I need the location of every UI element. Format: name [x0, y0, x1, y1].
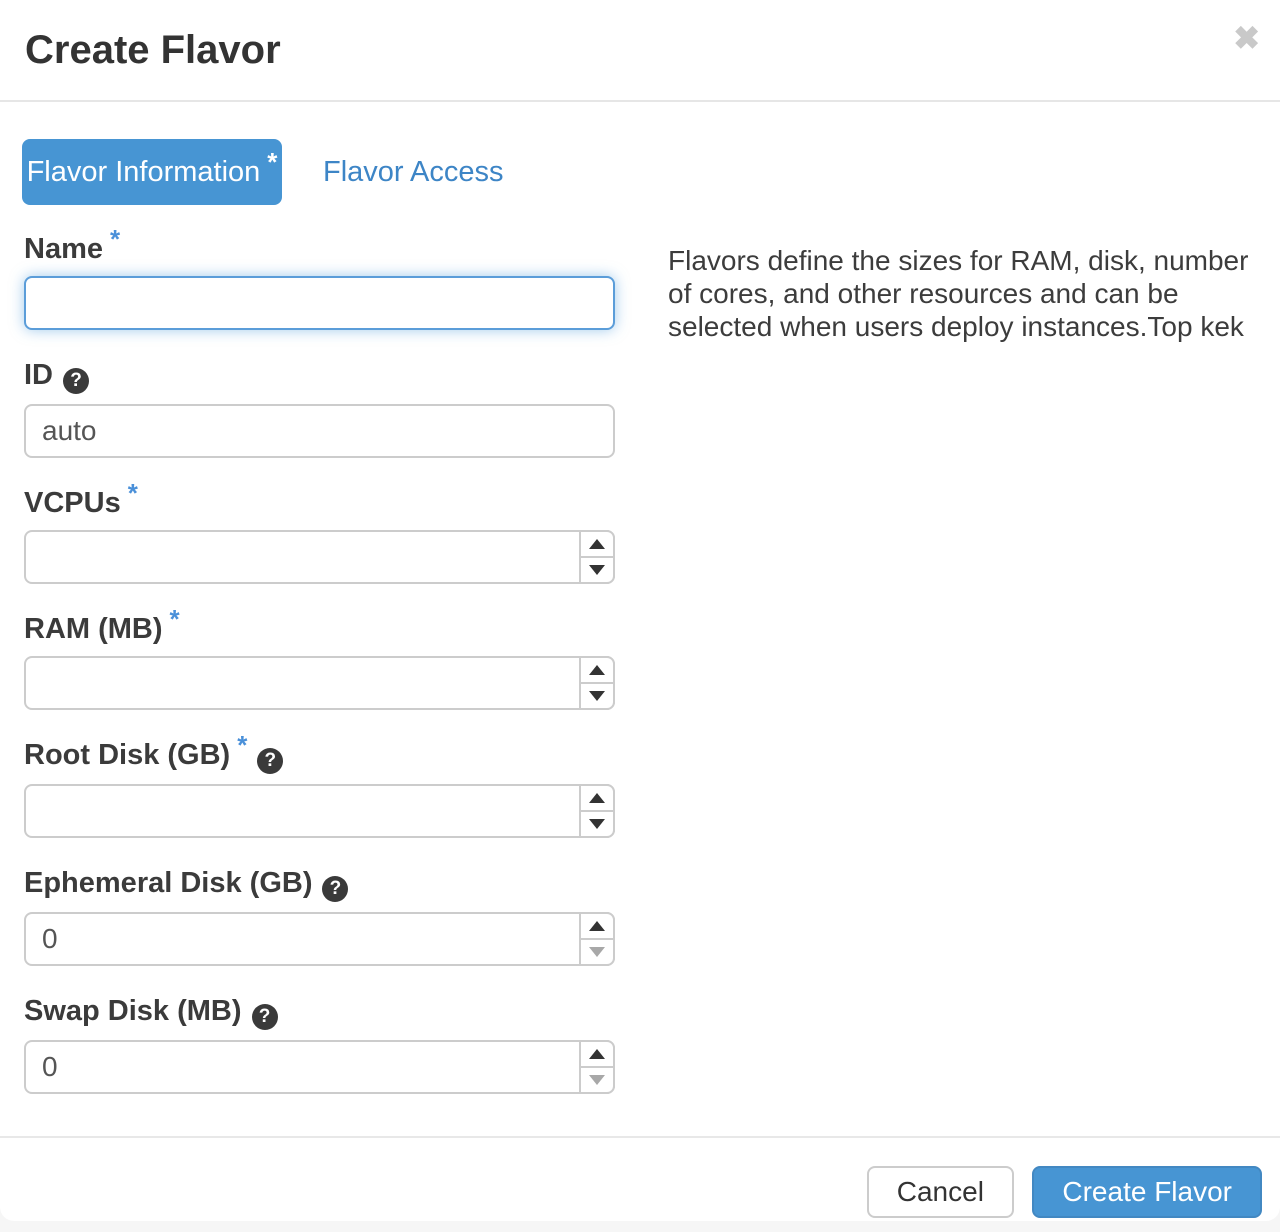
cancel-button[interactable]: Cancel — [867, 1166, 1014, 1218]
tab-label: Flavor Access — [323, 156, 504, 188]
arrow-down-icon — [589, 819, 605, 829]
tab-flavor-information[interactable]: Flavor Information* — [22, 139, 282, 205]
ephemeral-disk-label: Ephemeral Disk (GB)? — [24, 866, 615, 902]
name-input[interactable] — [24, 276, 615, 330]
spinner-down-button[interactable] — [579, 683, 615, 710]
help-icon[interactable]: ? — [252, 1004, 278, 1030]
arrow-down-icon — [589, 947, 605, 957]
help-panel: Flavors define the sizes for RAM, disk, … — [668, 232, 1252, 1122]
required-asterisk: * — [237, 730, 247, 760]
modal-body: Name* ID? VCPUs* — [0, 232, 1280, 1122]
field-id: ID? — [24, 358, 615, 458]
root-disk-spinner — [579, 784, 615, 838]
id-input[interactable] — [24, 404, 615, 458]
spinner-up-button[interactable] — [579, 530, 615, 557]
ram-label: RAM (MB)* — [24, 612, 615, 646]
tab-flavor-access[interactable]: Flavor Access — [313, 156, 514, 189]
ephemeral-disk-spinner — [579, 912, 615, 966]
name-label: Name* — [24, 232, 615, 266]
arrow-down-icon — [589, 565, 605, 575]
spinner-up-button[interactable] — [579, 912, 615, 939]
help-icon[interactable]: ? — [322, 876, 348, 902]
root-disk-input[interactable] — [24, 784, 615, 838]
close-icon[interactable]: ✖ — [1233, 22, 1260, 54]
required-asterisk: * — [128, 478, 138, 508]
tab-label: Flavor Information — [27, 156, 261, 189]
arrow-up-icon — [589, 793, 605, 803]
arrow-up-icon — [589, 1049, 605, 1059]
field-swap-disk: Swap Disk (MB)? — [24, 994, 615, 1094]
spinner-down-button[interactable] — [579, 557, 615, 584]
required-asterisk: * — [110, 224, 120, 254]
vcpus-spinner — [579, 530, 615, 584]
arrow-up-icon — [589, 665, 605, 675]
required-asterisk: * — [267, 147, 277, 178]
modal-title: Create Flavor — [25, 28, 1256, 72]
spinner-up-button[interactable] — [579, 656, 615, 683]
create-flavor-button[interactable]: Create Flavor — [1032, 1166, 1262, 1218]
field-name: Name* — [24, 232, 615, 330]
vcpus-input[interactable] — [24, 530, 615, 584]
spinner-down-button[interactable] — [579, 811, 615, 838]
arrow-up-icon — [589, 921, 605, 931]
ephemeral-disk-input[interactable] — [24, 912, 615, 966]
root-disk-label: Root Disk (GB)*? — [24, 738, 615, 774]
spinner-down-button[interactable] — [579, 1067, 615, 1094]
modal-header: Create Flavor ✖ — [0, 0, 1280, 102]
vcpus-label: VCPUs* — [24, 486, 615, 520]
swap-disk-label: Swap Disk (MB)? — [24, 994, 615, 1030]
flavor-description: Flavors define the sizes for RAM, disk, … — [668, 244, 1252, 343]
arrow-up-icon — [589, 539, 605, 549]
swap-disk-spinner — [579, 1040, 615, 1094]
spinner-down-button[interactable] — [579, 939, 615, 966]
spinner-up-button[interactable] — [579, 1040, 615, 1067]
modal-footer: Cancel Create Flavor — [0, 1136, 1280, 1221]
field-ram: RAM (MB)* — [24, 612, 615, 710]
help-icon[interactable]: ? — [63, 368, 89, 394]
id-label: ID? — [24, 358, 615, 394]
arrow-down-icon — [589, 691, 605, 701]
swap-disk-input[interactable] — [24, 1040, 615, 1094]
create-flavor-modal: Create Flavor ✖ Flavor Information* Flav… — [0, 0, 1280, 1221]
spinner-up-button[interactable] — [579, 784, 615, 811]
arrow-down-icon — [589, 1075, 605, 1085]
tab-bar: Flavor Information* Flavor Access — [22, 139, 1280, 205]
required-asterisk: * — [170, 604, 180, 634]
field-ephemeral-disk: Ephemeral Disk (GB)? — [24, 866, 615, 966]
field-root-disk: Root Disk (GB)*? — [24, 738, 615, 838]
ram-input[interactable] — [24, 656, 615, 710]
flavor-form: Name* ID? VCPUs* — [24, 232, 615, 1122]
help-icon[interactable]: ? — [257, 748, 283, 774]
ram-spinner — [579, 656, 615, 710]
field-vcpus: VCPUs* — [24, 486, 615, 584]
